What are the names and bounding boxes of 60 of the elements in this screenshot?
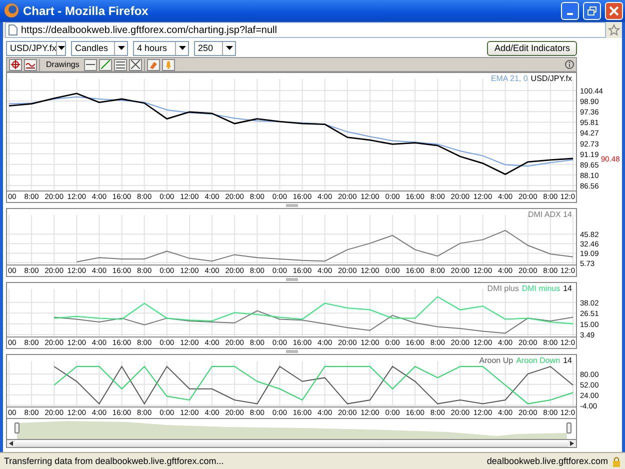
crosshair-button[interactable]: [9, 58, 22, 71]
caret-icon: [226, 46, 232, 50]
caret-icon: [118, 46, 124, 50]
legend-label: Aroon Down: [516, 356, 560, 366]
dropdown[interactable]: 4 hours: [133, 40, 189, 56]
firefox-icon: [4, 3, 19, 18]
bell-icon: [164, 60, 174, 70]
resize-handle[interactable]: [286, 278, 298, 282]
legend-label: DMI plus: [487, 284, 519, 294]
resize-handle[interactable]: [286, 204, 298, 208]
horizontal-line-button[interactable]: [84, 58, 98, 71]
scroll-right-button[interactable]: [568, 440, 576, 448]
alert-button[interactable]: [162, 58, 176, 71]
caret-icon: [178, 46, 186, 50]
resize-handle[interactable]: [286, 350, 298, 354]
scroll-left-button[interactable]: [7, 440, 15, 448]
lock-icon: [612, 456, 621, 467]
diagonal-line-icon: [101, 60, 110, 70]
restore-icon: [587, 6, 597, 16]
address-field[interactable]: https://dealbookweb.live.gftforex.com/charting.jsp?laf=null: [5, 22, 606, 38]
right-arrow-icon: [570, 441, 574, 446]
add-indicators-button[interactable]: Add/Edit Indicators: [487, 40, 577, 56]
dropdown[interactable]: USD/JPY.fx: [6, 40, 66, 56]
legend-label: DMI ADX 14: [528, 210, 572, 220]
crosshair-icon: [11, 60, 20, 70]
range-handle[interactable]: [566, 422, 572, 434]
legend-label: USD/JPY.fx: [530, 74, 572, 84]
eraser-button[interactable]: [147, 58, 160, 71]
window-title: Chart - Mozilla Firefox: [23, 4, 150, 18]
legend-label: 14: [563, 284, 572, 294]
minimize-icon: [567, 12, 573, 15]
parallel-lines-icon: [116, 60, 126, 70]
dropdown[interactable]: Candles: [71, 40, 128, 56]
line-series: [54, 310, 574, 334]
caret-icon: [58, 46, 65, 50]
fork-icon: [131, 60, 140, 70]
trend-line-button[interactable]: [99, 58, 112, 71]
legend-label: 14: [563, 356, 572, 366]
line-series: [54, 296, 574, 325]
legend-label: Aroon Up: [479, 356, 514, 366]
star-icon[interactable]: [608, 24, 620, 36]
toolbar-label: Drawings: [46, 60, 80, 70]
legend-label: EMA 21, 0: [490, 74, 528, 84]
page-icon: [8, 24, 18, 36]
eraser-icon: [149, 60, 158, 70]
info-icon[interactable]: [565, 60, 574, 70]
close-icon: [609, 6, 619, 16]
legend-label: DMI minus: [522, 284, 560, 294]
dropdown[interactable]: 250: [194, 40, 236, 56]
restore-button[interactable]: [583, 2, 601, 20]
status-host: dealbookweb.live.gftforex.com: [486, 456, 608, 466]
left-arrow-icon: [9, 441, 13, 446]
chart-button[interactable]: [24, 58, 37, 71]
scrollbar[interactable]: [6, 439, 577, 448]
close-button[interactable]: [605, 2, 623, 20]
status-message: Transferring data from dealbookweb.live.gftforex.com...: [4, 456, 225, 466]
wave-icon: [26, 60, 35, 70]
range-handle[interactable]: [14, 422, 20, 434]
fork-button[interactable]: [129, 58, 142, 71]
minimize-button[interactable]: [561, 2, 579, 20]
